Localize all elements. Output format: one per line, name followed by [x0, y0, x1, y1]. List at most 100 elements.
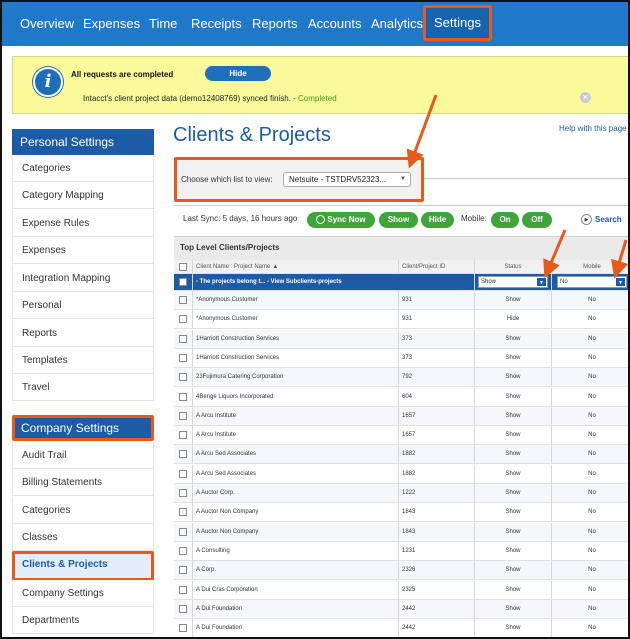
table-row[interactable]: A Arcu Sed Associates 1882 Show No	[174, 464, 628, 484]
table-row[interactable]: A Arcu Sed Associates 1882 Show No	[174, 445, 628, 465]
row-checkbox[interactable]	[179, 411, 187, 420]
banner-hide-button[interactable]: Hide	[205, 66, 271, 81]
row-checkbox[interactable]	[179, 508, 187, 517]
row-status: Show	[474, 406, 551, 425]
row-checkbox[interactable]	[179, 585, 187, 594]
table-row[interactable]: 1Harriott Construction Services 373 Show No	[174, 348, 628, 368]
table-row[interactable]: *Anonymous Customer 931 Show No	[174, 291, 628, 310]
table-row[interactable]: *Anonymous Customer 931 Hide No	[174, 310, 628, 330]
table-row[interactable]: A Dui Foundation 2442 Show No	[174, 599, 628, 619]
chooser-label: Choose which list to view:	[181, 175, 273, 184]
help-link[interactable]: Help with this page	[559, 124, 627, 133]
tab-expenses[interactable]: Expenses	[83, 2, 140, 46]
row-checkbox-cell	[174, 426, 192, 444]
column-header-id[interactable]: Client/Project ID	[398, 260, 474, 273]
sidebar-item-categories[interactable]: Categories	[12, 155, 154, 182]
table-row[interactable]: A Dui Cras Corporation 2325 Show No	[174, 580, 628, 600]
sidebar-item-expense-rules[interactable]: Expense Rules	[12, 210, 154, 237]
tab-receipts[interactable]: Receipts	[191, 2, 242, 46]
sidebar-item-category-mapping[interactable]: Category Mapping	[12, 182, 154, 209]
show-button[interactable]: Show	[379, 212, 418, 228]
sync-now-button[interactable]: Sync Now	[307, 212, 375, 228]
list-select[interactable]: Netsuite - TSTDRV52323... ▼	[283, 172, 411, 187]
table-row[interactable]: A Corp. 2326 Show No	[174, 561, 628, 581]
close-circle-icon[interactable]: ✕	[580, 92, 591, 103]
table-row[interactable]: 4Benge Liquors Incorporated 604 Show No	[174, 387, 628, 407]
table-row[interactable]: A Auctor Non Company 1843 Show No	[174, 522, 628, 542]
select-all-checkbox[interactable]	[179, 262, 187, 271]
row-checkbox[interactable]	[179, 604, 187, 613]
grid-title: Top Level Clients/Projects	[174, 236, 628, 260]
search-link[interactable]: Search	[595, 215, 622, 224]
table-row[interactable]: 23Fujimura Catering Corporation 792 Show No	[174, 368, 628, 388]
sidebar-item-expenses[interactable]: Expenses	[12, 237, 154, 264]
play-icon[interactable]: ▶	[581, 214, 592, 225]
mobile-filter-select[interactable]: No ▼	[557, 276, 627, 288]
divider	[174, 205, 628, 206]
row-checkbox[interactable]	[179, 489, 187, 497]
row-status: Show	[474, 599, 551, 618]
column-header-name[interactable]: Client Name : Project Name ▲	[192, 260, 398, 273]
row-checkbox[interactable]	[179, 296, 187, 304]
tab-settings[interactable]: Settings	[423, 5, 492, 41]
row-checkbox[interactable]	[179, 431, 187, 440]
row-checkbox[interactable]	[179, 624, 187, 633]
group-label[interactable]: - The projects belong t... - View Subcli…	[192, 274, 474, 290]
group-checkbox[interactable]	[179, 278, 187, 286]
sidebar-item-templates[interactable]: Templates	[12, 347, 154, 374]
tab-analytics[interactable]: Analytics	[371, 2, 423, 46]
tab-time[interactable]: Time	[149, 2, 177, 46]
table-row[interactable]: A Auctor Corp. 1222 Show No	[174, 484, 628, 503]
row-checkbox-cell	[174, 291, 192, 309]
sidebar-item-integration-mapping[interactable]: Integration Mapping	[12, 265, 154, 292]
company-settings-heading: Company Settings	[12, 415, 154, 441]
chevron-down-icon: ▼	[615, 277, 626, 287]
hide-button[interactable]: Hide	[421, 212, 454, 228]
sidebar-item-reports[interactable]: Reports	[12, 320, 154, 347]
sidebar-item-company-settings[interactable]: Company Settings	[12, 580, 154, 607]
sidebar-item-clients-projects[interactable]: Clients & Projects	[12, 551, 154, 581]
row-checkbox[interactable]	[179, 450, 187, 459]
row-checkbox[interactable]	[179, 373, 187, 382]
tab-reports[interactable]: Reports	[252, 2, 298, 46]
column-header-name-label: Client Name : Project Name	[196, 263, 271, 270]
row-name: A Arcu Institute	[192, 426, 398, 445]
row-checkbox[interactable]	[179, 315, 187, 324]
row-id: 931	[398, 310, 474, 329]
sidebar-item-audit-trail[interactable]: Audit Trail	[12, 442, 154, 469]
sidebar-item-billing-statements[interactable]: Billing Statements	[12, 469, 154, 496]
info-icon: i	[33, 67, 63, 97]
table-row[interactable]: A Consulting 1231 Show No	[174, 541, 628, 561]
tab-overview[interactable]: Overview	[20, 2, 74, 46]
sidebar-item-departments[interactable]: Departments	[12, 607, 154, 634]
column-header-mobile[interactable]: Mobile	[551, 260, 628, 273]
column-header-status[interactable]: Status	[474, 260, 551, 273]
tab-accounts[interactable]: Accounts	[308, 2, 361, 46]
row-checkbox[interactable]	[179, 353, 187, 362]
row-name: A Arcu Sed Associates	[192, 445, 398, 464]
sidebar-item-classes[interactable]: Classes	[12, 524, 154, 551]
row-mobile: No	[551, 522, 628, 541]
row-checkbox[interactable]	[179, 527, 187, 536]
table-row[interactable]: A Dui Foundation 2442 Show No	[174, 619, 628, 637]
row-checkbox[interactable]	[179, 392, 187, 401]
table-row[interactable]: A Auctor Non Company 1843 Show No	[174, 503, 628, 523]
row-name: A Arcu Sed Associates	[192, 464, 398, 483]
row-name: A Dui Foundation	[192, 599, 398, 618]
row-checkbox[interactable]	[179, 546, 187, 555]
row-checkbox-cell	[174, 542, 192, 560]
row-name: A Dui Cras Corporation	[192, 580, 398, 599]
mobile-off-button[interactable]: Off	[522, 212, 552, 228]
sidebar-item-personal[interactable]: Personal	[12, 292, 154, 319]
status-filter-select[interactable]: Show ▼	[478, 276, 548, 288]
row-checkbox[interactable]	[179, 566, 187, 575]
row-checkbox[interactable]	[179, 469, 187, 478]
row-checkbox-cell	[174, 523, 192, 541]
sidebar-item-travel[interactable]: Travel	[12, 374, 154, 401]
table-row[interactable]: 1Harriott Construction Services 373 Show No	[174, 329, 628, 349]
row-checkbox[interactable]	[179, 334, 187, 343]
table-row[interactable]: A Arcu Institute 1657 Show No	[174, 426, 628, 446]
table-row[interactable]: A Arcu Institute 1657 Show No	[174, 406, 628, 426]
sidebar-item-company-categories[interactable]: Categories	[12, 497, 154, 524]
mobile-on-button[interactable]: On	[491, 212, 519, 228]
